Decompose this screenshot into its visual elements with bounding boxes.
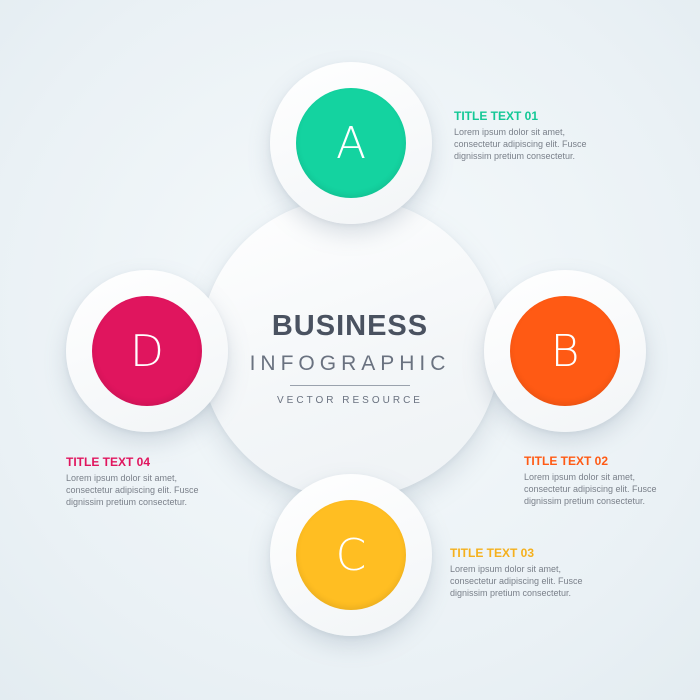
node-c: C	[270, 474, 432, 636]
label-03-line: dignissim pretium consectetur.	[450, 588, 572, 598]
label-03-title: TITLE TEXT 03	[450, 546, 535, 560]
node-d-badge: D	[92, 296, 202, 406]
label-03-body: Lorem ipsum dolor sit amet, consectetur …	[450, 563, 600, 599]
label-02-title: TITLE TEXT 02	[524, 454, 609, 468]
label-04-line: dignissim pretium consectetur.	[66, 497, 188, 507]
node-d: D	[66, 270, 228, 432]
center-title: BUSINESS	[271, 310, 429, 342]
node-c-badge: C	[296, 500, 406, 610]
center-divider	[290, 385, 410, 386]
label-01: TITLE TEXT 01 Lorem ipsum dolor sit amet…	[454, 109, 604, 162]
label-02-line: Lorem ipsum dolor sit amet,	[524, 472, 636, 482]
label-03-line: consectetur adipiscing elit. Fusce	[450, 576, 583, 586]
center-tagline: VECTOR RESOURCE	[277, 395, 423, 406]
label-03-line: Lorem ipsum dolor sit amet,	[450, 564, 562, 574]
label-01-line: consectetur adipiscing elit. Fusce	[454, 139, 587, 149]
node-b: B	[484, 270, 646, 432]
infographic: A B C D BUSINESS INFOGRAPHIC VECTOR RESO…	[0, 0, 700, 700]
label-04-body: Lorem ipsum dolor sit amet, consectetur …	[66, 472, 216, 508]
label-04-line: consectetur adipiscing elit. Fusce	[66, 485, 199, 495]
label-03: TITLE TEXT 03 Lorem ipsum dolor sit amet…	[450, 546, 600, 599]
label-02-line: dignissim pretium consectetur.	[524, 496, 646, 506]
label-02: TITLE TEXT 02 Lorem ipsum dolor sit amet…	[524, 454, 674, 507]
center-circle	[200, 198, 500, 498]
label-01-title: TITLE TEXT 01	[454, 109, 539, 123]
label-04-line: Lorem ipsum dolor sit amet,	[66, 473, 178, 483]
node-a-badge: A	[296, 88, 406, 198]
center-subtitle: INFOGRAPHIC	[249, 352, 451, 375]
label-04: TITLE TEXT 04 Lorem ipsum dolor sit amet…	[66, 455, 216, 508]
label-01-line: Lorem ipsum dolor sit amet,	[454, 127, 566, 137]
node-b-badge: B	[510, 296, 620, 406]
label-01-line: dignissim pretium consectetur.	[454, 151, 576, 161]
label-02-line: consectetur adipiscing elit. Fusce	[524, 484, 657, 494]
label-01-body: Lorem ipsum dolor sit amet, consectetur …	[454, 126, 604, 162]
label-04-title: TITLE TEXT 04	[66, 455, 151, 469]
label-02-body: Lorem ipsum dolor sit amet, consectetur …	[524, 471, 674, 507]
node-a: A	[270, 62, 432, 224]
